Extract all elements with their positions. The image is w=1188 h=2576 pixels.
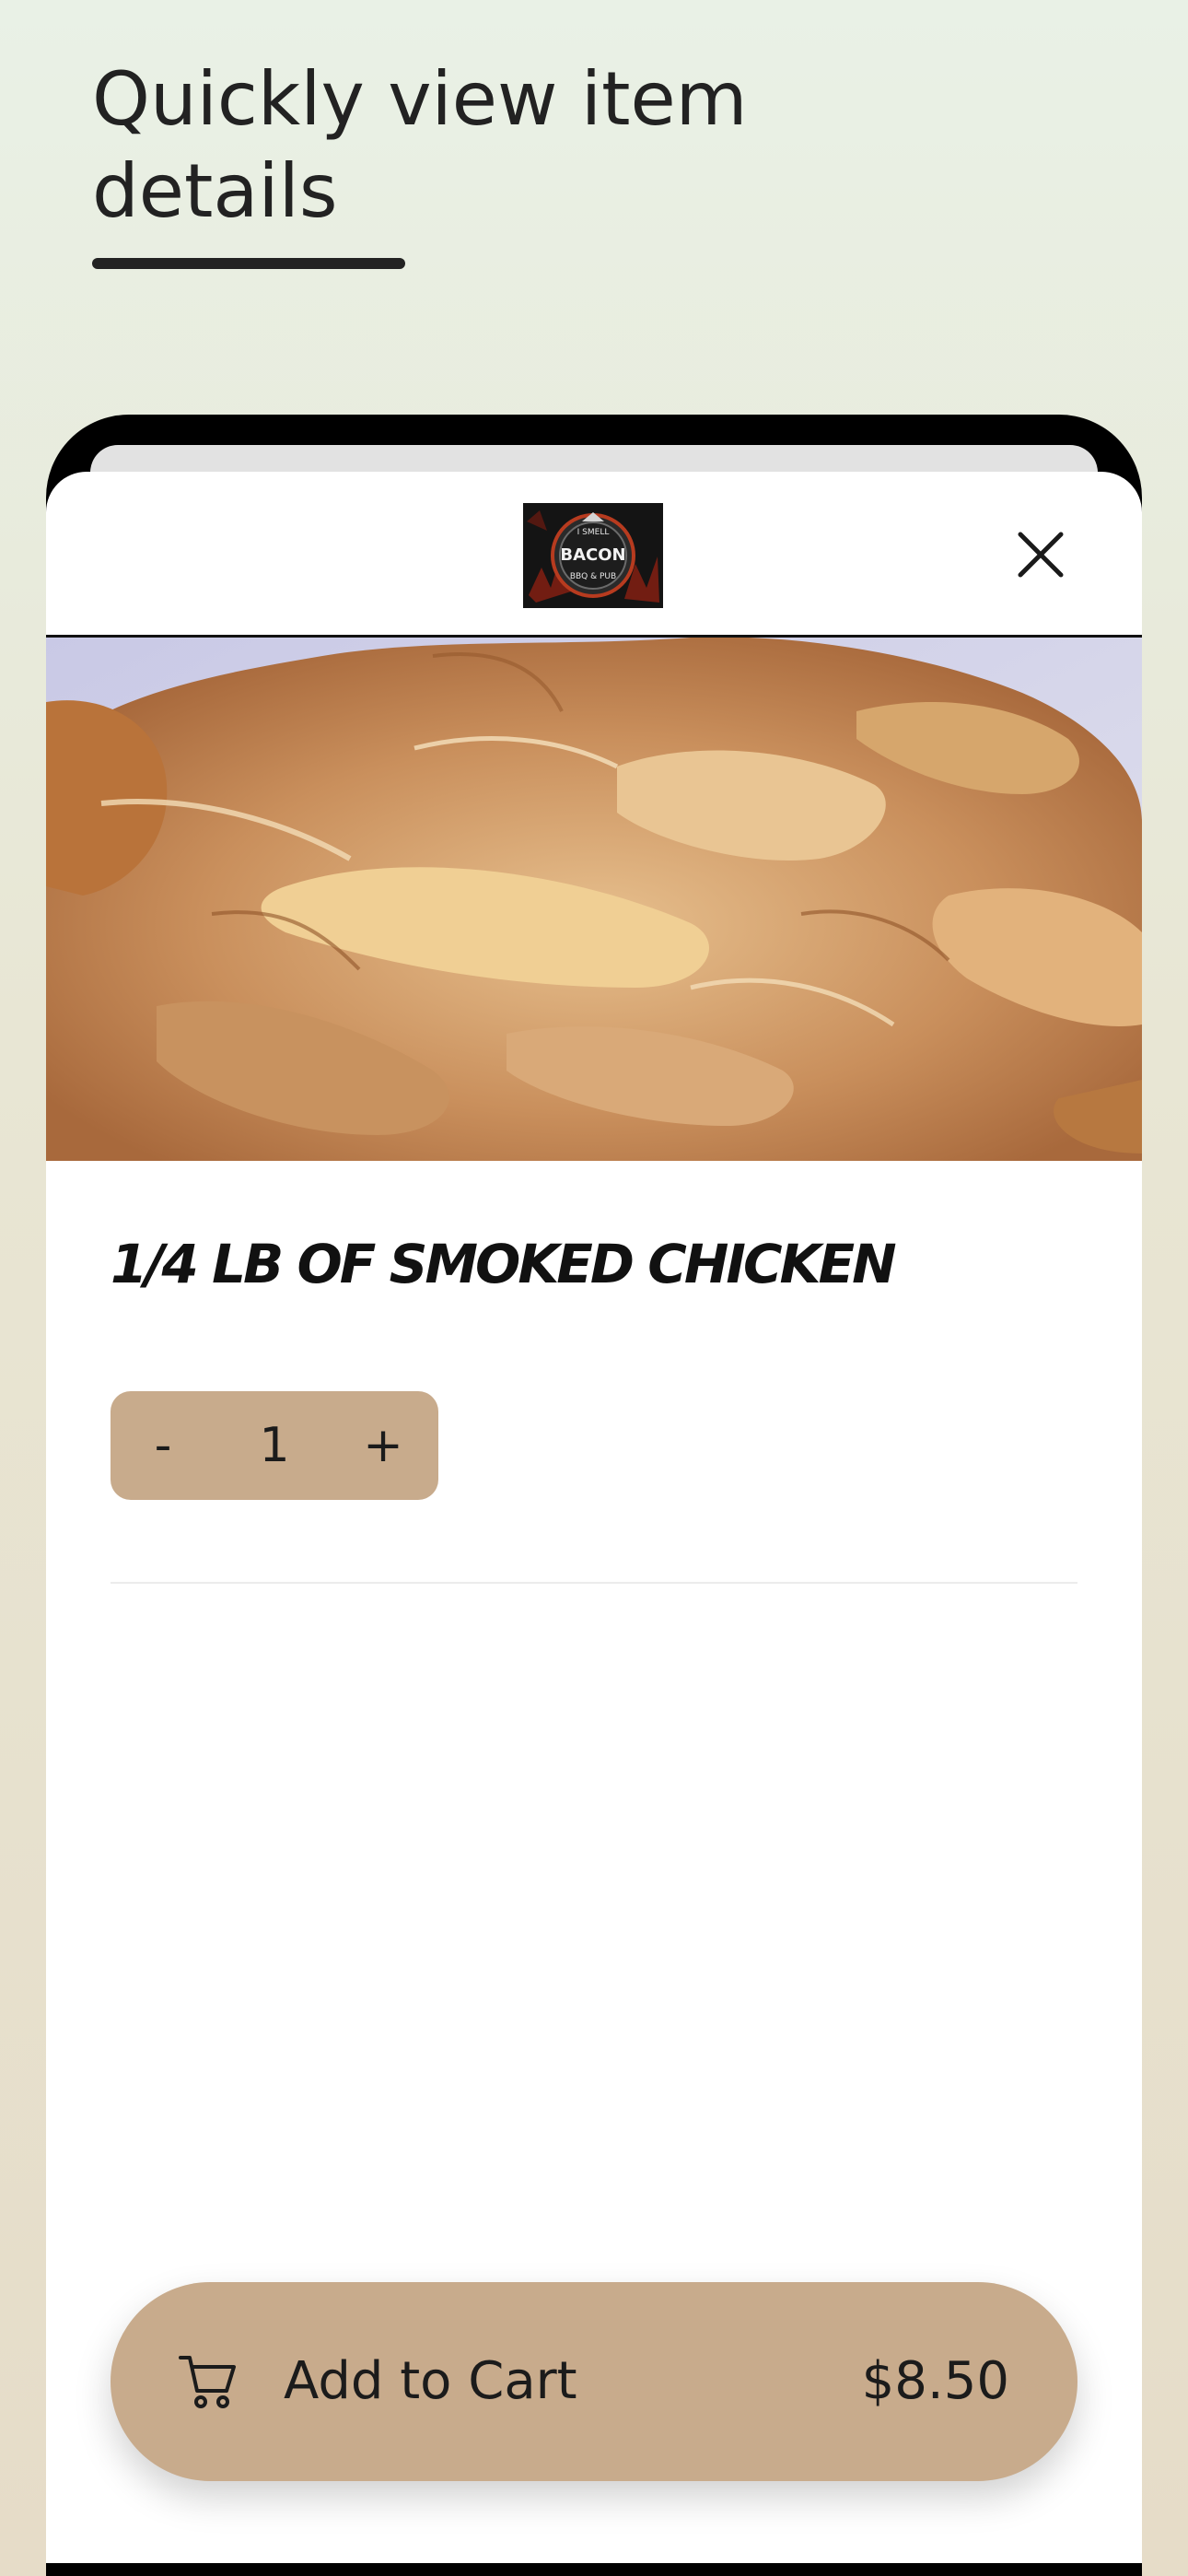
headline-underline <box>92 258 405 269</box>
add-to-cart-label: Add to Cart <box>284 2351 577 2411</box>
quantity-value: 1 <box>259 1418 290 1473</box>
add-to-cart-button[interactable]: Add to Cart $8.50 <box>111 2282 1077 2481</box>
promo-headline: Quickly view item details <box>92 56 748 234</box>
item-detail-modal: I SMELL BACON BBQ & PUB 1/4 LB OF SMOKED… <box>46 472 1142 2563</box>
smoked-chicken-image <box>46 638 1142 1161</box>
restaurant-logo: I SMELL BACON BBQ & PUB <box>523 503 663 608</box>
logo-text-bottom: BBQ & PUB <box>570 572 616 581</box>
shopping-cart-icon <box>177 2352 238 2411</box>
item-photo <box>46 638 1142 1161</box>
logo-text-top: I SMELL <box>577 528 610 537</box>
increment-button[interactable]: + <box>346 1391 420 1500</box>
close-button[interactable] <box>1013 527 1068 582</box>
cart-price: $8.50 <box>861 2351 1009 2411</box>
item-title: 1/4 LB OF SMOKED CHICKEN <box>111 1233 897 1295</box>
section-divider <box>111 1582 1077 1584</box>
restaurant-logo-graphic: I SMELL BACON BBQ & PUB <box>523 503 663 608</box>
modal-header: I SMELL BACON BBQ & PUB <box>46 472 1142 638</box>
close-x-icon <box>1018 532 1064 578</box>
logo-text-main: BACON <box>560 545 625 565</box>
decrement-button[interactable]: - <box>131 1391 195 1500</box>
quantity-stepper: - 1 + <box>111 1391 438 1500</box>
